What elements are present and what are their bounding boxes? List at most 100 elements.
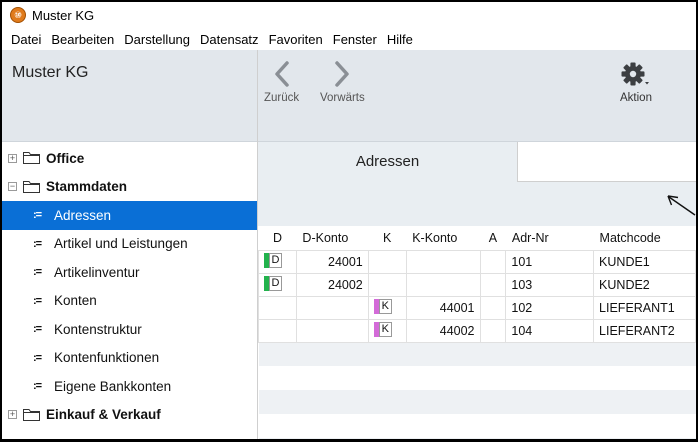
list-icon: := (33, 209, 42, 222)
expand-icon[interactable]: + (8, 410, 17, 420)
back-label: Zurück (264, 92, 300, 104)
a-cell (479, 295, 507, 320)
matchcode-cell: KUNDE2 (593, 272, 696, 297)
pointer-arrow-icon (667, 195, 696, 216)
table-row[interactable]: K 44001 102 LIEFERANT1 (258, 295, 696, 320)
tree-group-einkauf-verkauf[interactable]: + Einkauf & Verkauf (2, 401, 257, 430)
kreditor-badge: K (378, 321, 392, 337)
tab-adressen[interactable]: Adressen (258, 142, 518, 182)
table-row[interactable]: D 24002 103 KUNDE2 (258, 272, 696, 297)
tree-item-artikelinventur[interactable]: := Artikelinventur (2, 258, 257, 287)
tree-item-label: Kontenstruktur (54, 321, 142, 337)
navigation-panel: Muster KG + Office − Stammdaten := Adres… (2, 50, 258, 439)
column-header[interactable]: A (480, 226, 506, 250)
tree-group-office[interactable]: + Office (2, 144, 257, 173)
matchcode-cell: KUNDE1 (593, 249, 696, 274)
title-bar: ⑩ Muster KG (2, 2, 696, 28)
tree-item-adressen[interactable]: := Adressen (2, 201, 257, 230)
action-button[interactable]: Aktion (620, 60, 652, 104)
adr-nr-cell: 104 (505, 318, 595, 343)
forward-button[interactable]: Vorwärts (320, 60, 365, 104)
table-header: D D-Konto K K-Konto A Adr-Nr Matchcode (258, 226, 696, 250)
tree-item-konten[interactable]: := Konten (2, 287, 257, 316)
debitor-cell: D (258, 272, 297, 297)
menu-bearbeiten[interactable]: Bearbeiten (46, 32, 119, 47)
folder-icon (23, 152, 40, 165)
collapse-icon[interactable]: − (8, 182, 17, 192)
empty-row (258, 342, 696, 366)
debitor-cell (258, 295, 297, 320)
debitor-badge: D (269, 252, 282, 268)
list-icon: := (33, 323, 42, 336)
empty-row (258, 438, 696, 439)
a-cell (479, 318, 507, 343)
action-label: Aktion (620, 92, 652, 104)
kreditor-cell: K (367, 295, 407, 320)
k-konto-cell (405, 272, 481, 297)
matchcode-cell: LIEFERANT2 (593, 318, 696, 343)
table-row[interactable]: K 44002 104 LIEFERANT2 (258, 318, 696, 343)
menu-darstellung[interactable]: Darstellung (119, 32, 195, 47)
company-name: Muster KG (2, 50, 257, 142)
expand-icon[interactable]: + (8, 153, 17, 163)
column-header[interactable]: Adr-Nr (505, 226, 594, 250)
menu-datensatz[interactable]: Datensatz (195, 32, 264, 47)
kreditor-cell (367, 272, 407, 297)
tree-item-label: Konten (54, 293, 97, 309)
menu-fenster[interactable]: Fenster (328, 32, 382, 47)
navigation-tree: + Office − Stammdaten := Adressen := Art… (2, 142, 257, 429)
app-window: ⑩ Muster KG Datei Bearbeiten Darstellung… (2, 2, 696, 439)
column-header[interactable]: D-Konto (296, 226, 369, 250)
column-header[interactable]: K-Konto (406, 226, 481, 250)
gear-icon (621, 62, 649, 86)
matchcode-cell: LIEFERANT1 (593, 295, 696, 320)
tree-item-kontenstruktur[interactable]: := Kontenstruktur (2, 315, 257, 344)
table-row[interactable]: D 24001 101 KUNDE1 (258, 249, 696, 274)
menu-datei[interactable]: Datei (6, 32, 46, 47)
kreditor-cell: K (367, 318, 407, 343)
d-konto-cell (295, 318, 369, 343)
adr-nr-cell: 103 (505, 272, 595, 297)
tree-item-label: Eigene Bankkonten (54, 378, 172, 394)
column-header[interactable]: Matchcode (593, 226, 696, 250)
tree-item-label: Artikelinventur (54, 264, 140, 280)
tab-empty-area (518, 142, 696, 182)
folder-icon (23, 408, 40, 421)
tree-item-label: Adressen (54, 207, 112, 223)
toolbar: Zurück Vorwärts Aktion (258, 50, 696, 142)
k-konto-cell: 44001 (405, 295, 481, 320)
tree-item-label: Kontenfunktionen (54, 350, 160, 366)
k-konto-cell (405, 249, 481, 274)
kreditor-badge: K (378, 298, 392, 314)
tree-group-label: Stammdaten (46, 179, 128, 195)
tree-group-label: Einkauf & Verkauf (46, 407, 161, 423)
debitor-cell: D (258, 249, 297, 274)
empty-row (258, 414, 696, 438)
list-icon: := (33, 380, 42, 393)
menu-favoriten[interactable]: Favoriten (264, 32, 328, 47)
chevron-right-icon (335, 61, 350, 87)
back-button[interactable]: Zurück (264, 60, 299, 104)
folder-icon (23, 180, 40, 193)
column-header[interactable]: K (368, 226, 407, 250)
tab-strip: Adressen (258, 142, 696, 182)
app-logo-icon: ⑩ (10, 7, 26, 23)
list-icon: := (33, 351, 42, 364)
debitor-badge: D (269, 275, 282, 291)
tree-item-label: Artikel und Leistungen (54, 236, 188, 252)
window-title: Muster KG (32, 7, 95, 23)
filter-band (258, 182, 696, 226)
empty-row (258, 366, 696, 390)
d-konto-cell (295, 295, 369, 320)
d-konto-cell: 24001 (295, 249, 369, 274)
address-table: D D-Konto K K-Konto A Adr-Nr Matchcode D… (258, 226, 696, 439)
tree-item-kontenfunktionen[interactable]: := Kontenfunktionen (2, 344, 257, 373)
tree-item-artikel[interactable]: := Artikel und Leistungen (2, 230, 257, 259)
menu-hilfe[interactable]: Hilfe (382, 32, 418, 47)
tree-group-stammdaten[interactable]: − Stammdaten (2, 173, 257, 202)
chevron-left-icon (274, 61, 289, 87)
d-konto-cell: 24002 (295, 272, 369, 297)
column-header[interactable]: D (258, 226, 297, 250)
tree-item-eigene-bankkonten[interactable]: := Eigene Bankkonten (2, 372, 257, 401)
adr-nr-cell: 101 (505, 249, 595, 274)
